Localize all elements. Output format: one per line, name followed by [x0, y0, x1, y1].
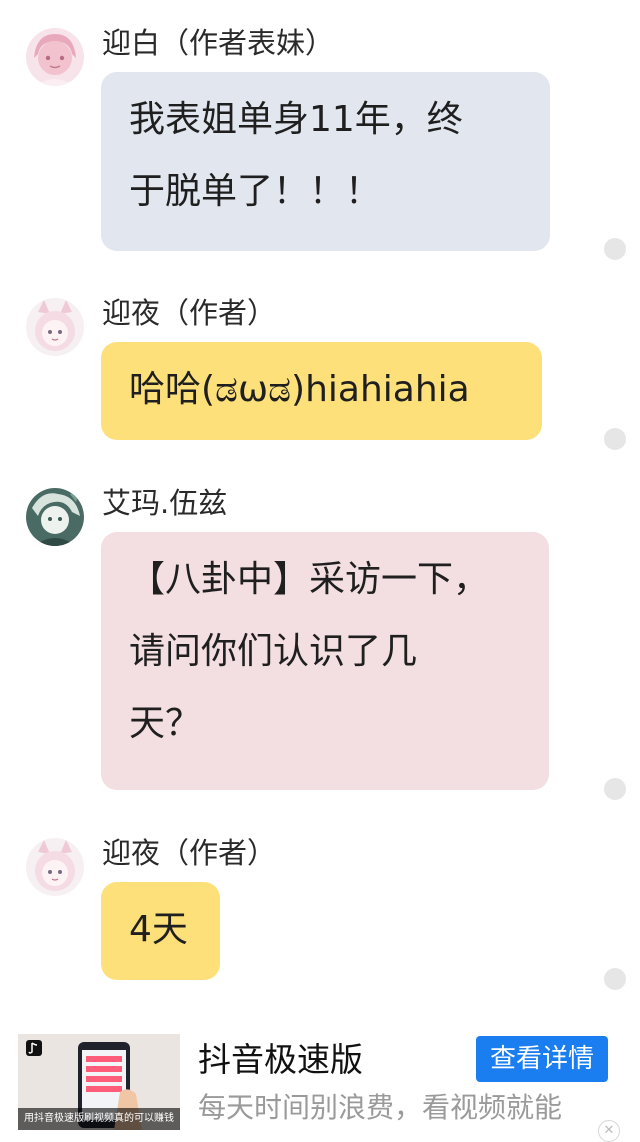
sender-name: 迎夜（作者）	[102, 836, 277, 870]
message-line: 哈哈(ಡωಡ)hiahiahia	[129, 369, 470, 410]
message-status-dot	[604, 238, 626, 260]
anime-girl-pink-avatar-icon[interactable]	[26, 28, 84, 86]
sender-name: 迎白（作者表妹）	[102, 26, 335, 60]
message-bubble[interactable]: 我表姐单身11年，终 于脱单了！！！	[101, 72, 550, 251]
message-status-dot	[604, 968, 626, 990]
anime-character-green-avatar-icon[interactable]	[26, 488, 84, 546]
message-line: 于脱单了！！！	[129, 171, 382, 212]
message-line: 天？	[129, 703, 202, 744]
message-line: 请问你们认识了几	[129, 631, 418, 672]
view-details-button[interactable]: 查看详情	[476, 1036, 608, 1082]
anime-girl-bunny-hood-avatar-icon[interactable]	[26, 298, 84, 356]
ad-banner[interactable]: 用抖音极速版刷视频真的可以赚钱 抖音极速版 每天时间别浪费，看视频就能 查看详情…	[0, 1020, 640, 1142]
ad-thumbnail-caption: 用抖音极速版刷视频真的可以赚钱	[18, 1108, 180, 1130]
message-status-dot	[604, 428, 626, 450]
chat-thread: 迎白（作者表妹） 我表姐单身11年，终 于脱单了！！！ 迎夜（作者） 哈哈(ಡω…	[0, 0, 640, 1020]
message-bubble[interactable]: 【八卦中】采访一下， 请问你们认识了几 天？	[101, 532, 549, 790]
ad-description: 每天时间别浪费，看视频就能	[198, 1091, 563, 1124]
message-bubble[interactable]: 哈哈(ಡωಡ)hiahiahia	[101, 342, 542, 440]
sender-name: 迎夜（作者）	[102, 296, 277, 330]
message-line: 【八卦中】采访一下，	[129, 559, 490, 600]
message-bubble[interactable]: 4天	[101, 882, 220, 980]
ad-thumbnail[interactable]: 用抖音极速版刷视频真的可以赚钱	[18, 1034, 180, 1130]
message-line: 4天	[129, 909, 188, 950]
message-status-dot	[604, 778, 626, 800]
anime-girl-bunny-hood-avatar-icon[interactable]	[26, 838, 84, 896]
message-line: 我表姐单身11年，终	[129, 99, 463, 140]
sender-name: 艾玛.伍兹	[102, 486, 228, 520]
close-icon[interactable]: ✕	[598, 1120, 620, 1142]
ad-title[interactable]: 抖音极速版	[198, 1040, 363, 1080]
